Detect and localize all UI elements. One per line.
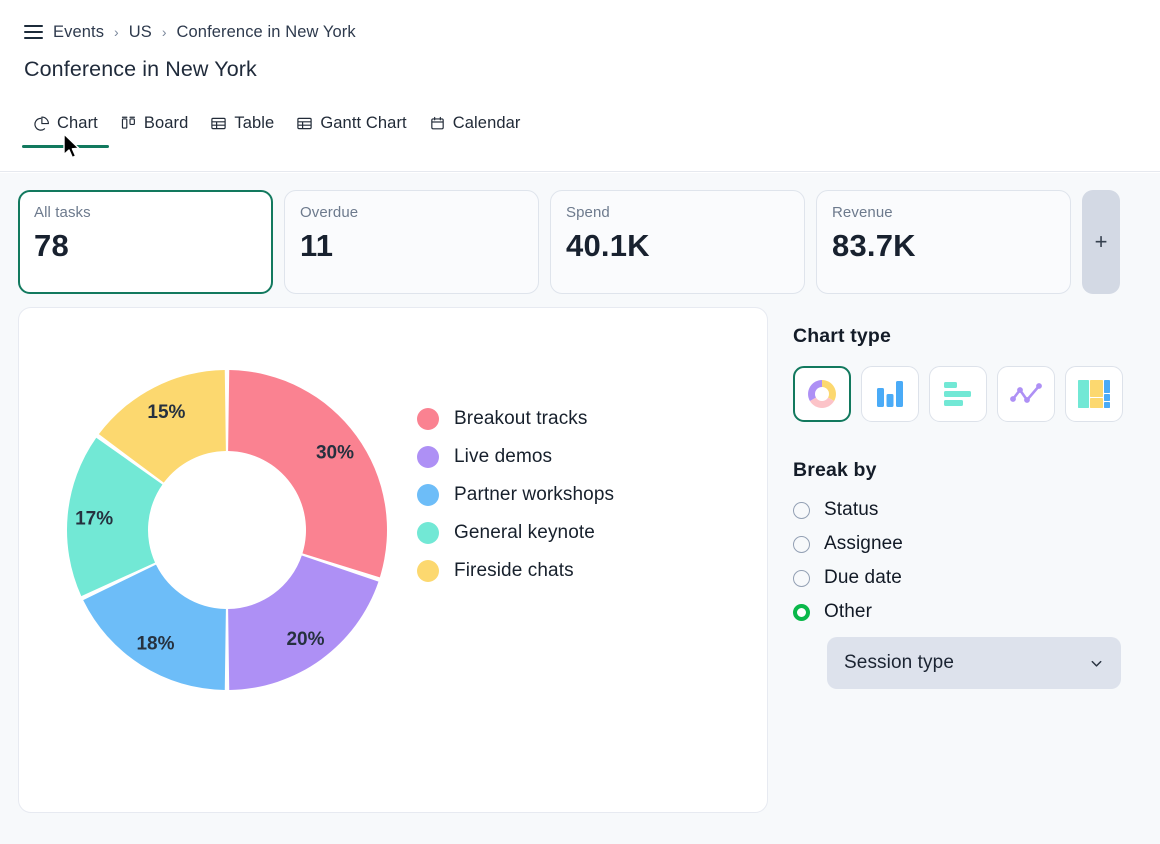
donut-slice[interactable]	[228, 555, 379, 690]
donut-slice-label: 30%	[316, 443, 354, 464]
tab-table[interactable]: Table	[199, 108, 285, 138]
donut-slice-label: 18%	[136, 634, 174, 655]
treemap-chart-icon	[1077, 379, 1111, 409]
tab-label: Board	[143, 113, 189, 132]
radio-icon-selected	[793, 603, 810, 621]
break-by-option-status[interactable]: Status	[793, 499, 1138, 521]
legend-color-swatch	[417, 408, 439, 430]
board-icon	[120, 115, 137, 132]
breadcrumb-item-events[interactable]: Events	[53, 23, 104, 42]
page-title: Conference in New York	[24, 57, 257, 81]
kpi-label: Spend	[566, 204, 610, 221]
chart-type-bar-button[interactable]	[861, 366, 919, 422]
radio-label: Due date	[824, 567, 902, 588]
legend-item[interactable]: Partner workshops	[417, 484, 614, 506]
hamburger-icon[interactable]	[24, 25, 43, 39]
calendar-icon	[429, 115, 446, 132]
kpi-card-all-tasks[interactable]: All tasks 78	[18, 190, 273, 294]
pie-chart-icon	[33, 115, 50, 132]
break-by-option-other[interactable]: Other	[793, 601, 1138, 623]
legend-color-swatch	[417, 446, 439, 468]
app-root: Events › US › Conference in New York Con…	[0, 0, 1160, 844]
view-tabs: Chart Board Table Gantt Chart Calendar	[22, 108, 532, 148]
chevron-down-icon	[1089, 656, 1104, 671]
kpi-label: Overdue	[300, 204, 359, 221]
breadcrumb-separator: ›	[114, 24, 119, 40]
legend-label: Live demos	[454, 446, 553, 467]
select-value: Session type	[844, 652, 954, 673]
donut-slice-label: 17%	[75, 508, 113, 529]
page-header: Events › US › Conference in New York Con…	[0, 0, 1160, 172]
tab-calendar[interactable]: Calendar	[418, 108, 532, 138]
break-by-options: Status Assignee Due date Other	[793, 499, 1138, 623]
plus-icon: +	[1094, 229, 1108, 254]
legend-color-swatch	[417, 484, 439, 506]
table-icon	[210, 115, 227, 132]
donut-slice[interactable]	[228, 370, 387, 578]
legend-label: Partner workshops	[454, 484, 615, 505]
chart-legend: Breakout tracks Live demos Partner works…	[417, 408, 614, 582]
chart-type-hbar-button[interactable]	[929, 366, 987, 422]
tab-label: Chart	[57, 113, 98, 132]
kpi-card-revenue[interactable]: Revenue 83.7K	[816, 190, 1071, 294]
kpi-label: All tasks	[34, 204, 91, 221]
chart-settings-panel: Chart type Break by Status Assignee Due …	[793, 325, 1138, 689]
chart-type-donut-button[interactable]	[793, 366, 851, 422]
break-by-option-due-date[interactable]: Due date	[793, 567, 1138, 589]
chart-card: 30% 20% 18% 17% 15% Breakout tracks Live dem…	[18, 307, 768, 813]
radio-label: Other	[824, 601, 873, 622]
break-by-heading: Break by	[793, 459, 877, 481]
kpi-value: 83.7K	[832, 228, 916, 263]
kpi-card-overdue[interactable]: Overdue 11	[284, 190, 539, 294]
kpi-label: Revenue	[832, 204, 893, 221]
line-chart-icon	[1010, 382, 1042, 406]
legend-item[interactable]: Fireside chats	[417, 560, 614, 582]
donut-slice-label: 20%	[286, 629, 324, 650]
radio-label: Status	[824, 499, 879, 520]
kpi-card-row: All tasks 78 Overdue 11 Spend 40.1K Reve…	[18, 190, 1120, 294]
radio-icon	[793, 501, 810, 519]
breadcrumb-separator: ›	[161, 24, 167, 40]
breadcrumb: Events › US › Conference in New York	[24, 20, 356, 44]
legend-color-swatch	[417, 560, 439, 582]
donut-chart-svg: 30% 20% 18% 17% 15%	[67, 370, 387, 690]
donut-chart: 30% 20% 18% 17% 15%	[57, 360, 397, 700]
chart-type-treemap-button[interactable]	[1065, 366, 1123, 422]
legend-item[interactable]: General keynote	[417, 522, 614, 544]
tab-chart[interactable]: Chart	[22, 108, 109, 148]
kpi-value: 11	[300, 228, 334, 263]
active-tab-indicator	[22, 145, 109, 148]
legend-item[interactable]: Live demos	[417, 446, 614, 468]
legend-item[interactable]: Breakout tracks	[417, 408, 614, 430]
chart-type-options	[793, 366, 1138, 422]
tab-label: Table	[234, 113, 275, 132]
chart-type-heading: Chart type	[793, 325, 891, 347]
legend-color-swatch	[417, 522, 439, 544]
kpi-card-spend[interactable]: Spend 40.1K	[550, 190, 805, 294]
donut-chart-icon	[805, 377, 839, 411]
breadcrumb-item-us[interactable]: US	[129, 23, 152, 42]
legend-label: Fireside chats	[454, 560, 574, 581]
breadcrumb-item-conference[interactable]: Conference in New York	[177, 23, 356, 42]
radio-label: Assignee	[824, 533, 903, 554]
kpi-value: 78	[34, 228, 69, 263]
chart-type-line-button[interactable]	[997, 366, 1055, 422]
legend-label: Breakout tracks	[454, 408, 588, 429]
gantt-icon	[296, 115, 313, 132]
add-kpi-button[interactable]: +	[1082, 190, 1120, 294]
tab-label: Calendar	[452, 113, 521, 132]
hbar-chart-icon	[942, 380, 974, 408]
session-type-select[interactable]: Session type	[827, 637, 1121, 689]
bar-chart-icon	[874, 379, 906, 409]
radio-icon	[793, 569, 810, 587]
radio-icon	[793, 535, 810, 553]
tab-label: Gantt Chart	[320, 113, 407, 132]
tab-gantt-chart[interactable]: Gantt Chart	[285, 108, 417, 138]
tab-board[interactable]: Board	[109, 108, 200, 138]
legend-label: General keynote	[454, 522, 595, 543]
content-area: All tasks 78 Overdue 11 Spend 40.1K Reve…	[0, 173, 1160, 844]
donut-slice-label: 15%	[147, 402, 185, 423]
break-by-option-assignee[interactable]: Assignee	[793, 533, 1138, 555]
kpi-value: 40.1K	[566, 228, 650, 263]
